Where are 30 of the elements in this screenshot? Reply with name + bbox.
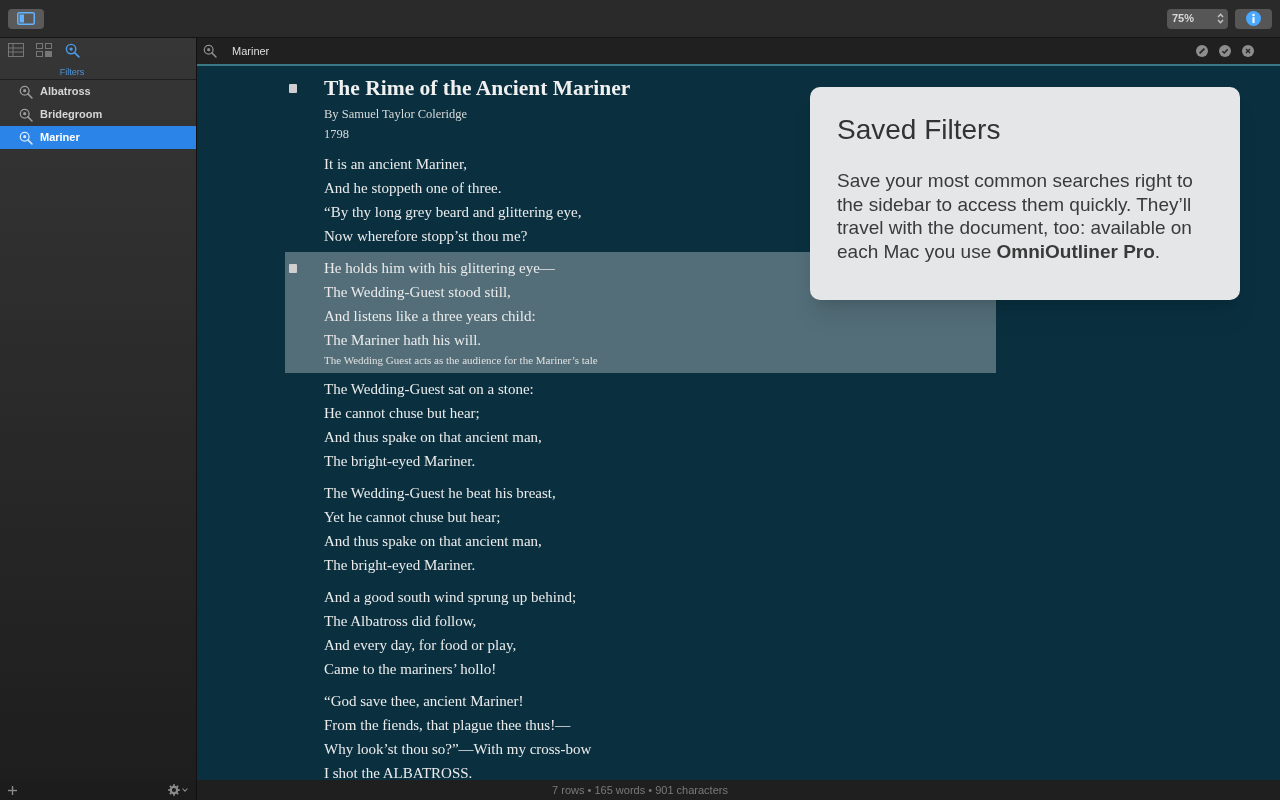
row-note: The Wedding Guest acts as the audience for the Mariner’s tale (324, 354, 598, 366)
verse-line: Why look’st thou so?”—With my cross-bow (324, 741, 592, 757)
verse-line: And thus spake on that ancient man, (324, 533, 542, 549)
verse-line: He cannot chuse but hear; (324, 405, 480, 421)
verse-line: “God save thee, ancient Mariner! (324, 693, 524, 709)
verse-line: “By thy long grey beard and glittering eye, (324, 204, 582, 220)
verse-line: Yet he cannot chuse but hear; (324, 509, 501, 525)
verse-line: The bright-eyed Mariner. (324, 557, 476, 573)
verse-line: And every day, for food or play, (324, 637, 517, 653)
verse-line: The Albatross did follow, (324, 613, 477, 629)
verse-line: The bright-eyed Mariner. (324, 453, 476, 469)
verse-line: And he stoppeth one of three. (324, 180, 502, 196)
row-note: By Samuel Taylor Coleridge (324, 107, 467, 121)
status-text: 7 rows • 165 words • 901 characters (552, 782, 728, 798)
verse-line: I shot the ALBATROSS. (324, 765, 473, 780)
verse-line: And thus spake on that ancient man, (324, 429, 542, 445)
row-note: 1798 (324, 127, 349, 141)
popover-title: Saved Filters (837, 113, 1002, 147)
verse-line: Now wherefore stopp’st thou me? (324, 228, 528, 244)
outline-title: The Rime of the Ancient Mariner (324, 76, 631, 100)
verse-line: The Mariner hath his will. (324, 332, 482, 348)
verse-line: It is an ancient Mariner, (324, 156, 468, 172)
verse-line: He holds him with his glittering eye— (324, 260, 555, 276)
verse-line: Came to the mariners’ hollo! (324, 661, 497, 677)
verse-line: The Wedding-Guest he beat his breast, (324, 485, 556, 501)
verse-line: The Wedding-Guest sat on a stone: (324, 381, 534, 397)
verse-line: And listens like a three years child: (324, 308, 536, 324)
verse-line: The Wedding-Guest stood still, (324, 284, 511, 300)
verse-line: From the fiends, that plague thee thus!— (324, 717, 571, 733)
verse-line: And a good south wind sprung up behind; (324, 589, 577, 605)
